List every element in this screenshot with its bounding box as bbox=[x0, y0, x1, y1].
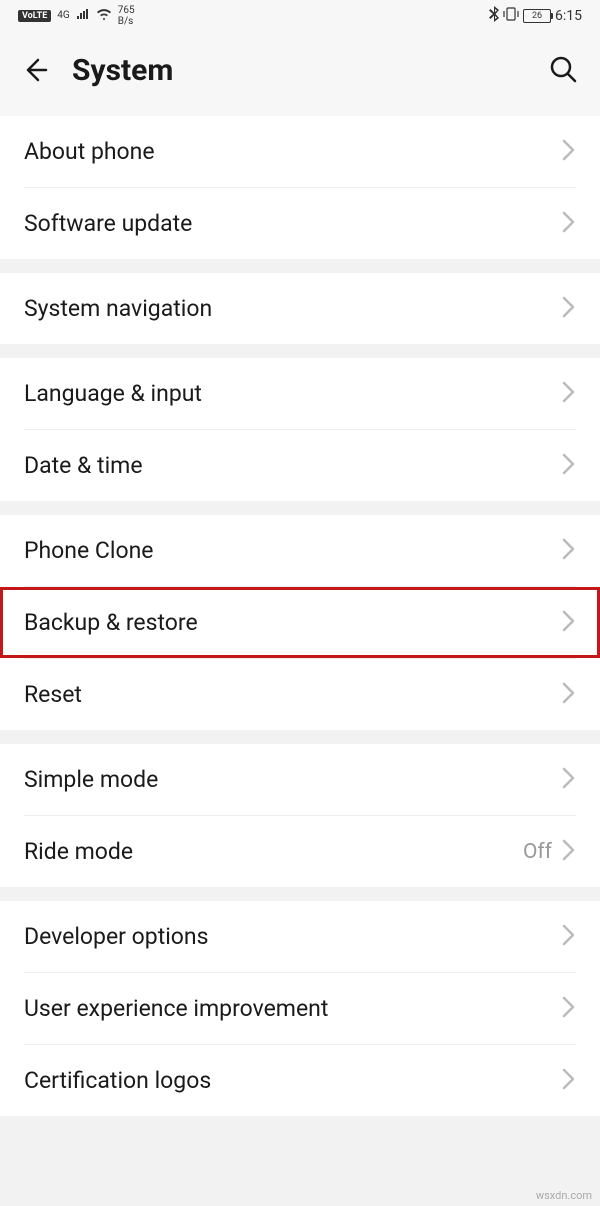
chevron-right-icon bbox=[562, 453, 576, 479]
setting-row-system-navigation[interactable]: System navigation bbox=[0, 273, 600, 344]
setting-label: About phone bbox=[24, 138, 562, 165]
chevron-right-icon bbox=[562, 996, 576, 1022]
settings-list: About phone Software update System navigat… bbox=[0, 116, 600, 1116]
settings-section: Phone Clone Backup & restore Reset bbox=[0, 515, 600, 730]
settings-section: Language & input Date & time bbox=[0, 358, 600, 501]
setting-label: System navigation bbox=[24, 295, 562, 322]
setting-label: User experience improvement bbox=[24, 995, 562, 1022]
chevron-right-icon bbox=[562, 1068, 576, 1094]
setting-row-ride-mode[interactable]: Ride modeOff bbox=[0, 816, 600, 887]
section-gap bbox=[0, 730, 600, 744]
setting-label: Simple mode bbox=[24, 766, 562, 793]
page-title: System bbox=[72, 53, 524, 88]
setting-row-reset[interactable]: Reset bbox=[0, 659, 600, 730]
settings-section: About phone Software update bbox=[0, 116, 600, 259]
chevron-right-icon bbox=[562, 538, 576, 564]
setting-label: Certification logos bbox=[24, 1067, 562, 1094]
status-right: 26 6:15 bbox=[489, 6, 582, 26]
clock: 6:15 bbox=[555, 8, 582, 24]
vibrate-icon bbox=[503, 7, 519, 25]
chevron-right-icon bbox=[562, 839, 576, 865]
battery-icon: 26 bbox=[523, 9, 551, 23]
bluetooth-icon bbox=[489, 6, 499, 26]
status-left: VoLTE 4G 765 B/s bbox=[18, 5, 135, 27]
setting-label: Phone Clone bbox=[24, 537, 562, 564]
chevron-right-icon bbox=[562, 767, 576, 793]
search-button[interactable] bbox=[546, 52, 582, 88]
network-type: 4G bbox=[57, 11, 69, 21]
setting-row-date-time[interactable]: Date & time bbox=[0, 430, 600, 501]
signal-icon bbox=[76, 8, 90, 24]
settings-section: System navigation bbox=[0, 273, 600, 344]
settings-section: Developer options User experience improve… bbox=[0, 901, 600, 1116]
setting-row-software-update[interactable]: Software update bbox=[0, 188, 600, 259]
chevron-right-icon bbox=[562, 610, 576, 636]
back-button[interactable] bbox=[18, 54, 50, 86]
volte-icon: VoLTE bbox=[18, 10, 51, 22]
chevron-right-icon bbox=[562, 924, 576, 950]
app-header: System bbox=[0, 32, 600, 116]
chevron-right-icon bbox=[562, 139, 576, 165]
setting-value: Off bbox=[523, 840, 552, 864]
chevron-right-icon bbox=[562, 296, 576, 322]
setting-row-simple-mode[interactable]: Simple mode bbox=[0, 744, 600, 815]
setting-row-language-input[interactable]: Language & input bbox=[0, 358, 600, 429]
setting-label: Developer options bbox=[24, 923, 562, 950]
status-bar: VoLTE 4G 765 B/s 26 6:15 bbox=[0, 0, 600, 32]
setting-label: Software update bbox=[24, 210, 562, 237]
setting-label: Reset bbox=[24, 681, 562, 708]
setting-label: Language & input bbox=[24, 380, 562, 407]
chevron-right-icon bbox=[562, 682, 576, 708]
wifi-icon bbox=[96, 8, 112, 24]
chevron-right-icon bbox=[562, 381, 576, 407]
settings-section: Simple mode Ride modeOff bbox=[0, 744, 600, 887]
setting-row-about-phone[interactable]: About phone bbox=[0, 116, 600, 187]
setting-label: Date & time bbox=[24, 452, 562, 479]
setting-row-developer-options[interactable]: Developer options bbox=[0, 901, 600, 972]
section-gap bbox=[0, 501, 600, 515]
setting-label: Backup & restore bbox=[24, 609, 562, 636]
setting-row-phone-clone[interactable]: Phone Clone bbox=[0, 515, 600, 586]
setting-label: Ride mode bbox=[24, 838, 523, 865]
section-gap bbox=[0, 259, 600, 273]
chevron-right-icon bbox=[562, 211, 576, 237]
setting-row-certification-logos[interactable]: Certification logos bbox=[0, 1045, 600, 1116]
setting-row-user-experience-improvement[interactable]: User experience improvement bbox=[0, 973, 600, 1044]
data-rate: 765 B/s bbox=[118, 5, 135, 27]
setting-row-backup-restore[interactable]: Backup & restore bbox=[0, 587, 600, 658]
section-gap bbox=[0, 344, 600, 358]
section-gap bbox=[0, 887, 600, 901]
watermark: wsxdn.com bbox=[536, 1189, 592, 1202]
